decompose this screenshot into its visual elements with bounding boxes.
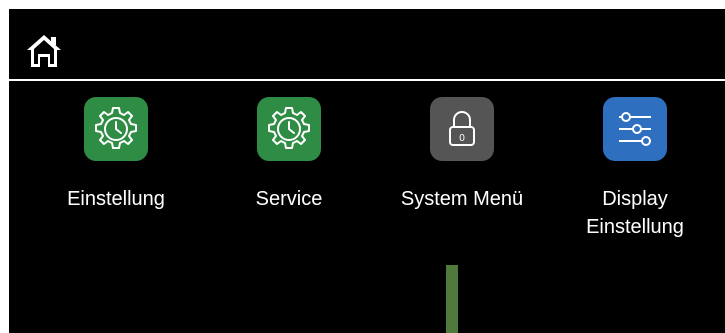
app-screen: Einstellung Service 0 System Menü Displa…: [9, 9, 725, 333]
tile-label: Display Einstellung: [586, 188, 684, 238]
sliders-icon: [619, 112, 651, 146]
tile-icon-bg: 0: [430, 97, 494, 161]
tile-label: Service: [255, 188, 323, 210]
lock-icon: 0: [449, 111, 475, 146]
tile-label: System Menü: [400, 188, 524, 210]
gear-clock-icon: [95, 107, 137, 149]
header-bar: [9, 9, 725, 79]
tile-display-einstellung[interactable]: Display Einstellung: [560, 97, 710, 257]
home-icon: [27, 35, 61, 67]
tile-icon-bg: [257, 97, 321, 161]
lock-badge: 0: [459, 133, 465, 144]
tile-einstellung[interactable]: Einstellung: [41, 97, 191, 257]
gear-clock-icon: [268, 107, 310, 149]
tile-icon-bg: [603, 97, 667, 161]
header-divider: [9, 79, 725, 81]
tile-label: Einstellung: [67, 188, 165, 210]
home-button[interactable]: [22, 29, 66, 73]
tile-service[interactable]: Service: [214, 97, 364, 257]
tile-system-menu[interactable]: 0 System Menü: [387, 97, 537, 257]
level-indicator-bar: [446, 265, 458, 333]
tile-icon-bg: [84, 97, 148, 161]
